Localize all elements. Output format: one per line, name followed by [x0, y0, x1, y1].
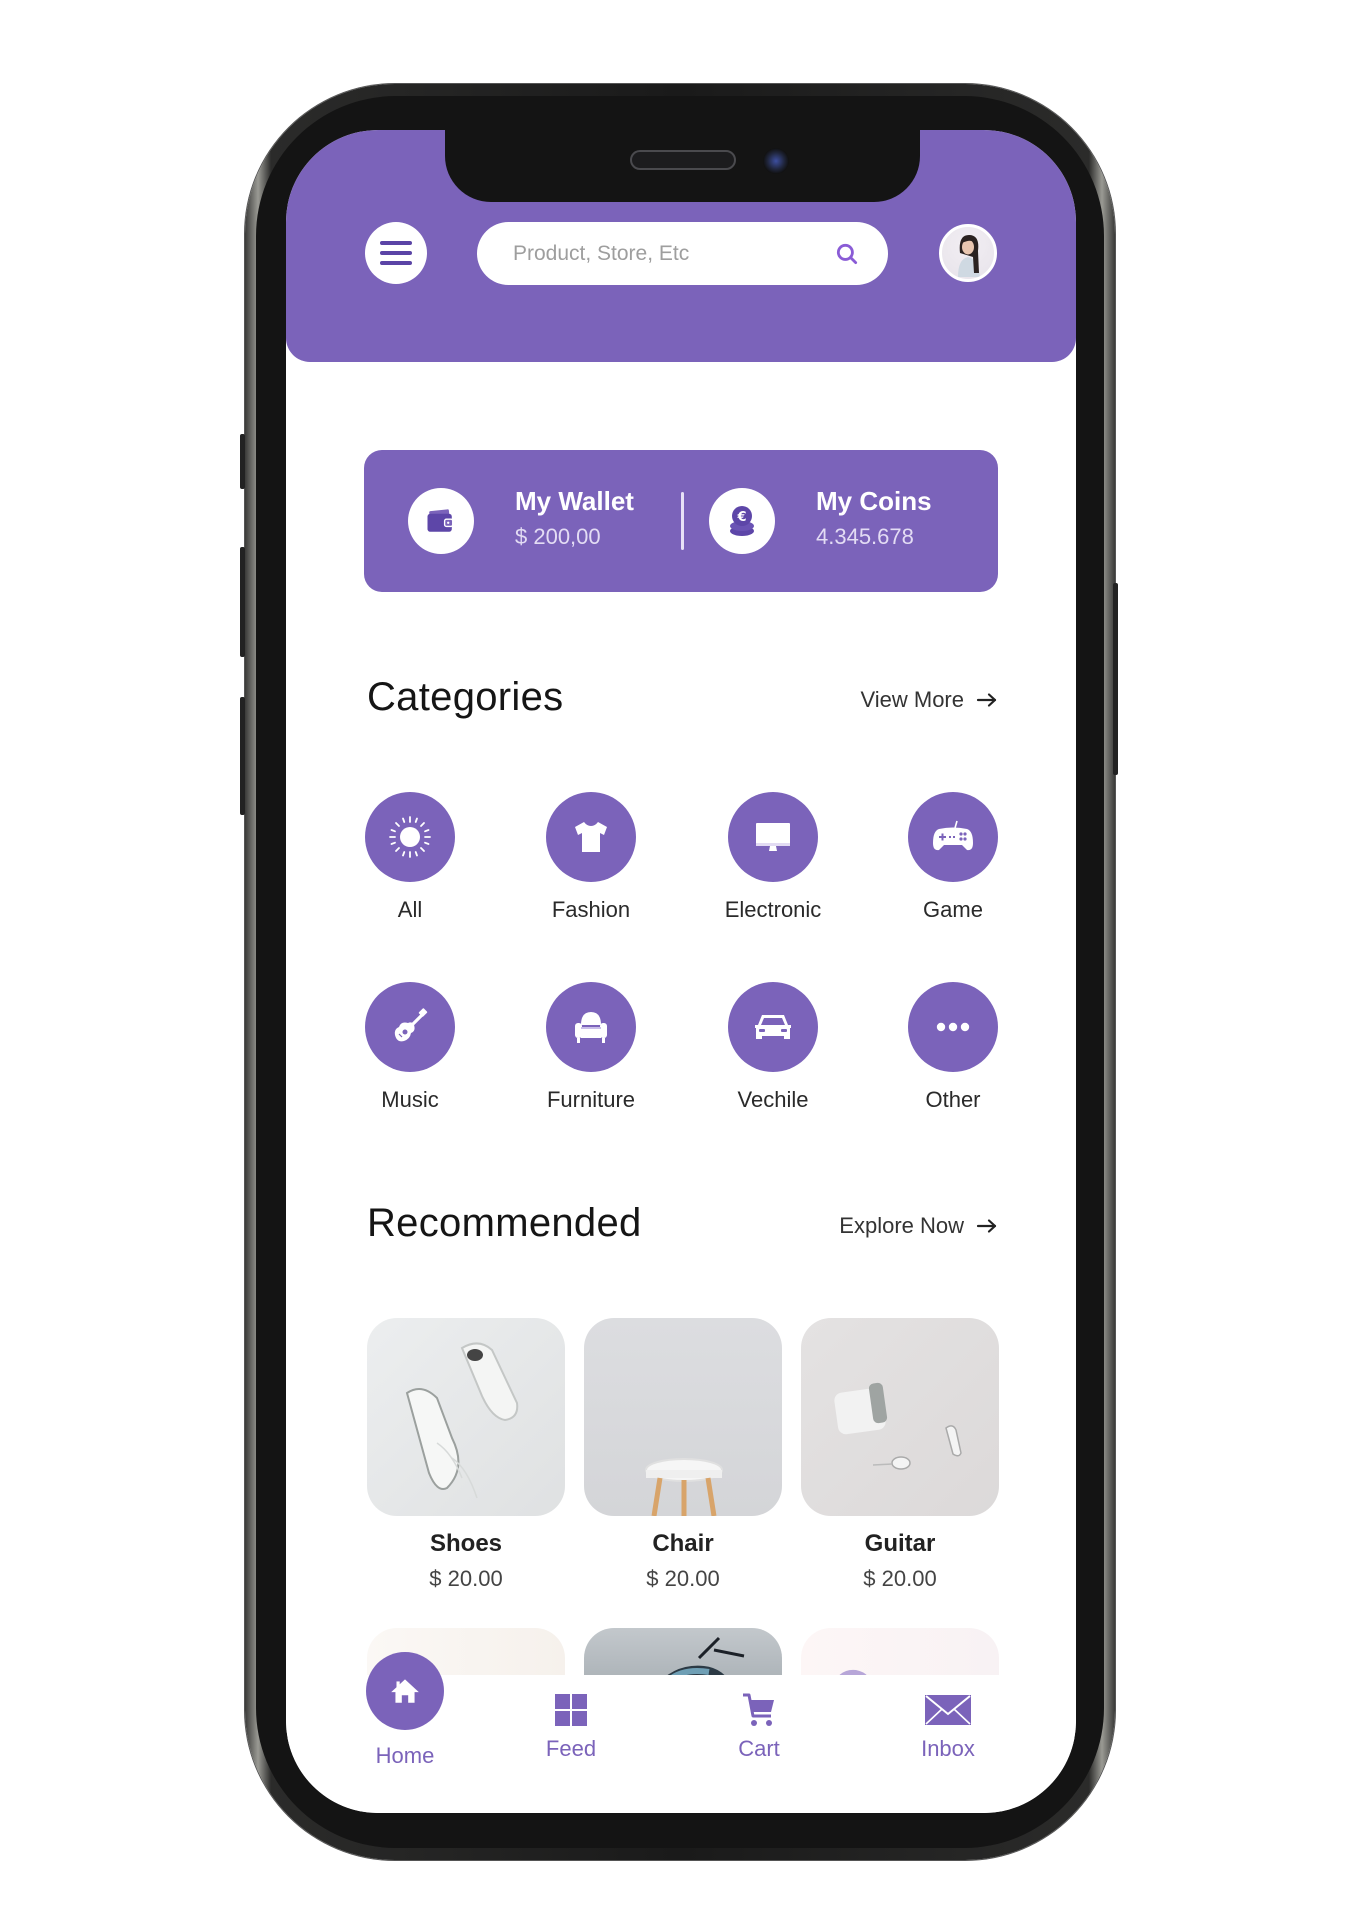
category-music[interactable]: Music	[345, 982, 475, 1113]
category-label: Game	[923, 897, 983, 922]
category-game[interactable]: Game	[888, 792, 1018, 923]
user-avatar[interactable]	[939, 224, 997, 282]
shoes-image	[405, 1342, 519, 1499]
sun-icon	[389, 816, 431, 858]
nav-cart-label: Cart	[738, 1736, 780, 1761]
product-price: $ 20.00	[863, 1566, 937, 1591]
nav-feed-label: Feed	[545, 1736, 597, 1761]
product-card-shoes[interactable]: Shoes $ 20.00	[367, 1318, 565, 1592]
product-name: Shoes	[429, 1530, 503, 1557]
category-fashion[interactable]: Fashion	[526, 792, 656, 923]
home-icon	[391, 1679, 419, 1703]
category-label: Furniture	[546, 1087, 636, 1112]
category-label: Other	[925, 1087, 981, 1112]
category-vechile-circle	[728, 982, 818, 1072]
user-avatar-image	[958, 235, 980, 277]
tshirt-icon	[575, 822, 607, 852]
view-more-label: View More	[860, 687, 964, 712]
category-electronic-circle	[728, 792, 818, 882]
product-price: $ 20.00	[646, 1566, 720, 1591]
product-card-guitar[interactable]: Guitar $ 20.00	[801, 1318, 999, 1592]
product-name: Chair	[652, 1530, 714, 1557]
phone-screen: My Wallet $ 200,00 € My Coins 4.345.678 …	[286, 130, 1076, 1813]
phone-volume-down-button	[240, 697, 245, 815]
euro-coins-icon: €	[730, 506, 754, 536]
envelope-icon	[925, 1695, 971, 1725]
phone-power-button	[1113, 583, 1118, 775]
nav-home-label: Home	[375, 1743, 435, 1768]
nav-home[interactable]: Home	[358, 1735, 452, 1769]
nav-cart[interactable]: Cart	[712, 1692, 806, 1762]
wallet-title: My Wallet	[515, 486, 634, 516]
hamburger-menu-icon	[380, 241, 412, 245]
category-vechile[interactable]: Vechile	[708, 982, 838, 1113]
category-label: Electronic	[724, 897, 822, 922]
category-game-circle	[908, 792, 998, 882]
menu-button[interactable]	[365, 222, 427, 284]
explore-now-link[interactable]: Explore Now	[839, 1213, 998, 1239]
phone-camera	[763, 148, 789, 174]
cart-icon	[743, 1693, 774, 1726]
category-other[interactable]: Other	[888, 982, 1018, 1113]
category-furniture-circle	[546, 982, 636, 1072]
product-price: $ 20.00	[429, 1566, 503, 1591]
category-fashion-circle	[546, 792, 636, 882]
nav-home-button[interactable]	[366, 1652, 444, 1730]
guitar-icon	[394, 1008, 428, 1042]
arrow-right-icon	[976, 1219, 997, 1233]
chair-image	[645, 1458, 723, 1516]
coins-title: My Coins	[816, 486, 932, 516]
wallet-divider	[681, 492, 684, 550]
search-input[interactable]	[513, 241, 834, 266]
recommended-title: Recommended	[367, 1201, 642, 1245]
nav-inbox[interactable]: Inbox	[901, 1692, 995, 1762]
coins-balance: 4.345.678	[816, 524, 914, 549]
wallet-button[interactable]	[408, 488, 474, 554]
search-icon[interactable]	[834, 241, 860, 267]
phone-volume-up-button	[240, 547, 245, 657]
armchair-icon	[575, 1012, 607, 1043]
category-all[interactable]: All	[345, 792, 475, 923]
coins-button[interactable]: €	[709, 488, 775, 554]
phone-speaker	[630, 150, 736, 170]
arrow-right-icon	[976, 693, 997, 707]
view-more-link[interactable]: View More	[860, 687, 998, 713]
wallet-balance: $ 200,00	[515, 524, 601, 549]
category-furniture[interactable]: Furniture	[526, 982, 656, 1113]
more-dots-icon	[936, 1022, 970, 1032]
product-card-chair[interactable]: Chair $ 20.00	[584, 1318, 782, 1592]
category-all-circle	[365, 792, 455, 882]
wallet-icon	[427, 509, 454, 532]
product-image-shoes	[367, 1318, 565, 1516]
category-label: Vechile	[737, 1087, 809, 1112]
earbuds-image	[834, 1382, 962, 1470]
product-name: Guitar	[864, 1530, 936, 1557]
hamburger-menu-icon-line	[380, 251, 412, 255]
nav-inbox-label: Inbox	[921, 1736, 975, 1761]
gamepad-icon	[933, 820, 973, 851]
search-bar[interactable]	[477, 222, 888, 285]
category-label: Music	[381, 1087, 439, 1112]
svg-text:€: €	[736, 510, 746, 525]
nav-feed[interactable]: Feed	[524, 1692, 618, 1762]
category-other-circle	[908, 982, 998, 1072]
grid-icon	[555, 1694, 587, 1726]
wallet-card: My Wallet $ 200,00 € My Coins 4.345.678	[364, 450, 998, 592]
categories-title: Categories	[367, 675, 564, 719]
hamburger-menu-icon-line	[380, 261, 412, 265]
product-image-chair	[584, 1318, 782, 1516]
car-icon	[755, 1015, 791, 1039]
phone-silent-switch	[240, 434, 245, 489]
explore-now-label: Explore Now	[839, 1213, 964, 1238]
product-image-guitar	[801, 1318, 999, 1516]
category-music-circle	[365, 982, 455, 1072]
category-electronic[interactable]: Electronic	[708, 792, 838, 923]
category-label: Fashion	[551, 897, 631, 922]
category-label: All	[397, 897, 423, 922]
monitor-icon	[756, 823, 790, 851]
